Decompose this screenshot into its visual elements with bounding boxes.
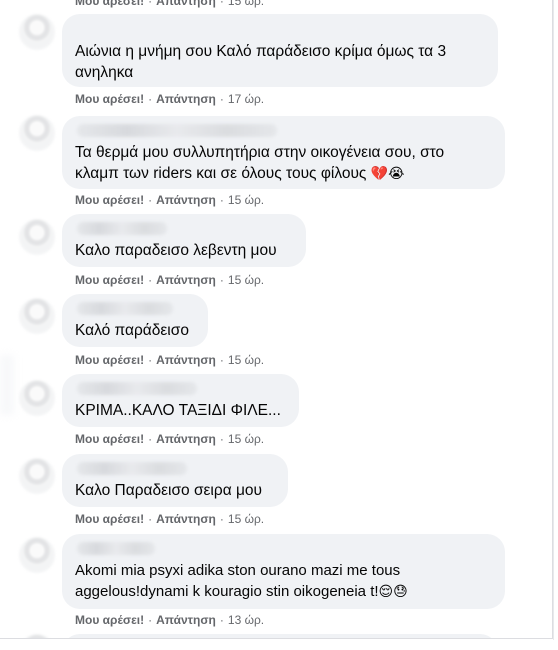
comment-bubble: Αιώνια η μνήμη σου Καλό παράδεισο κρίμα … xyxy=(62,14,498,87)
like-link[interactable]: Μου αρέσει! xyxy=(75,273,144,287)
like-link[interactable]: Μου αρέσει! xyxy=(75,613,144,627)
avatar[interactable] xyxy=(19,380,55,416)
comment-text: Akomi mia psyxi adika ston ourano mazi m… xyxy=(75,562,401,600)
comment-text: Καλο παραδεισο λεβεντη μου xyxy=(75,242,277,259)
comment-bubble xyxy=(62,634,498,638)
panel-edge xyxy=(553,0,554,640)
blur-artifact xyxy=(0,355,14,415)
comment-bubble: ΚΡΙΜΑ..ΚΑΛΟ ΤΑΞΙΔΙ ΦΙΛΕ... xyxy=(62,374,299,427)
comment-meta: Μου αρέσει! · Απάντηση · 17 ώρ. xyxy=(75,92,265,106)
reply-link[interactable]: Απάντηση xyxy=(156,512,216,526)
like-link[interactable]: Μου αρέσει! xyxy=(75,432,144,446)
comment-bubble: Καλο παραδεισο λεβεντη μου xyxy=(62,214,306,267)
avatar[interactable] xyxy=(19,458,55,494)
comments-panel: Μου αρέσει! · Απάντηση · 15 ώρ. Αιώνια η μνή… xyxy=(0,0,553,639)
author-name-blurred[interactable] xyxy=(77,542,155,555)
timestamp: 15 ώρ. xyxy=(227,353,265,367)
comment-meta: Μου αρέσει! · Απάντηση · 15 ώρ. xyxy=(75,193,265,207)
comment-bubble: Καλό παράδεισο xyxy=(62,294,208,347)
like-link[interactable]: Μου αρέσει! xyxy=(75,353,144,367)
timestamp: 17 ώρ. xyxy=(227,92,265,106)
emoji: 💔😭 xyxy=(370,166,405,182)
comment-meta: Μου αρέσει! · Απάντηση · 13 ώρ. xyxy=(75,613,265,627)
timestamp: 15 ώρ. xyxy=(227,432,265,446)
reply-link[interactable]: Απάντηση xyxy=(156,353,216,367)
comment-bubble: Τα θερμά μου συλλυπητήρια στην οικογένει… xyxy=(62,116,505,189)
author-name-blurred[interactable] xyxy=(77,382,197,395)
comment-meta: Μου αρέσει! · Απάντηση · 15 ώρ. xyxy=(75,512,265,526)
comment-text: Καλο Παραδεισο σειρα μου xyxy=(75,482,262,499)
reply-link[interactable]: Απάντηση xyxy=(156,613,216,627)
avatar[interactable] xyxy=(19,219,55,255)
author-name-blurred[interactable] xyxy=(77,462,187,475)
timestamp: 15 ώρ. xyxy=(227,193,265,207)
reply-link[interactable]: Απάντηση xyxy=(156,193,216,207)
reply-link[interactable]: Απάντηση xyxy=(156,273,216,287)
like-link[interactable]: Μου αρέσει! xyxy=(75,92,144,106)
timestamp: 15 ώρ. xyxy=(227,273,265,287)
comment-bubble: Καλο Παραδεισο σειρα μου xyxy=(62,454,288,507)
comment-text: ΚΡΙΜΑ..ΚΑΛΟ ΤΑΞΙΔΙ ΦΙΛΕ... xyxy=(75,402,281,419)
comment-meta: Μου αρέσει! · Απάντηση · 15 ώρ. xyxy=(75,432,265,446)
comment-text: Καλό παράδεισο xyxy=(75,322,189,339)
comment-meta: Μου αρέσει! · Απάντηση · 15 ώρ. xyxy=(75,273,265,287)
avatar[interactable] xyxy=(19,537,55,573)
timestamp: 13 ώρ. xyxy=(227,613,265,627)
author-name-blurred[interactable] xyxy=(77,302,173,315)
avatar[interactable] xyxy=(19,14,55,50)
reply-link[interactable]: Απάντηση xyxy=(156,92,216,106)
author-name-blurred[interactable] xyxy=(77,222,167,235)
reply-link[interactable]: Απάντηση xyxy=(156,0,216,8)
like-link[interactable]: Μου αρέσει! xyxy=(75,193,144,207)
comment-text: Αιώνια η μνήμη σου Καλό παράδεισο κρίμα … xyxy=(75,43,447,81)
avatar[interactable] xyxy=(19,115,55,151)
author-name-blurred[interactable] xyxy=(77,124,277,137)
emoji: 😌😓 xyxy=(378,584,408,600)
timestamp: 15 ώρ. xyxy=(227,512,265,526)
comment-meta: Μου αρέσει! · Απάντηση · 15 ώρ. xyxy=(75,0,264,8)
comment-bubble: Akomi mia psyxi adika ston ourano mazi m… xyxy=(62,534,505,609)
reply-link[interactable]: Απάντηση xyxy=(156,432,216,446)
timestamp: 15 ώρ. xyxy=(227,0,265,8)
avatar[interactable] xyxy=(19,634,55,638)
comment-meta: Μου αρέσει! · Απάντηση · 15 ώρ. xyxy=(75,353,265,367)
like-link[interactable]: Μου αρέσει! xyxy=(75,512,144,526)
avatar[interactable] xyxy=(19,298,55,334)
like-link[interactable]: Μου αρέσει! xyxy=(75,0,144,8)
